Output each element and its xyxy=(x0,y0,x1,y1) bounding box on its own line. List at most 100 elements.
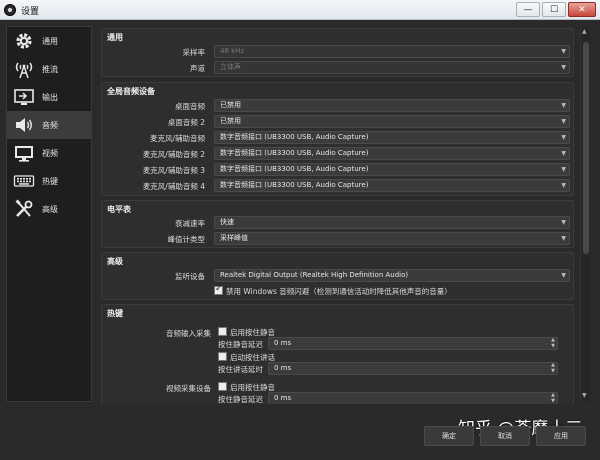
video-push-to-mute-delay-value: 0 ms xyxy=(274,394,292,402)
decay-rate-value: 快速 xyxy=(220,218,234,226)
desktop-audio-2-value: 已禁用 xyxy=(220,117,241,125)
audio-input-hotkey-label: 音频输入采集 xyxy=(166,329,211,338)
dialog-footer: 知乎 @荼靡十三 确定 取消 应用 xyxy=(0,410,600,460)
decay-rate-select[interactable]: 快速 ▼ xyxy=(214,216,570,229)
meters-section: 电平表 衰减速率 快速 ▼ 峰值计类型 采样峰值 ▼ xyxy=(101,200,574,248)
output-icon xyxy=(12,86,36,108)
sidebar-item-label: 热键 xyxy=(42,176,58,186)
chevron-down-icon: ▼ xyxy=(561,64,566,71)
mic-audio-4-value: 数字音频接口 (UB3300 USB, Audio Capture) xyxy=(220,181,369,189)
panel-scrollbar[interactable]: ▲ ▼ xyxy=(580,28,590,402)
audio-settings-panel: 通用 采样率 48 kHz ▼ 声道 立体声 ▼ 全局音频设备 桌面音频 已禁用… xyxy=(98,26,578,404)
push-to-talk-checkbox[interactable] xyxy=(218,352,227,361)
chevron-down-icon: ▼ xyxy=(561,118,566,125)
mic-audio-2-select[interactable]: 数字音频接口 (UB3300 USB, Audio Capture) ▼ xyxy=(214,147,570,160)
monitor-icon xyxy=(12,142,36,164)
gear-icon xyxy=(12,30,36,52)
sidebar-item-stream[interactable]: 推流 xyxy=(7,55,91,83)
sidebar-item-label: 音频 xyxy=(42,120,58,130)
mic-audio-3-select[interactable]: 数字音频接口 (UB3300 USB, Audio Capture) ▼ xyxy=(214,163,570,176)
close-button[interactable]: ✕ xyxy=(568,2,596,17)
push-to-mute-delay-input[interactable]: 0 ms ▲ ▼ xyxy=(268,337,558,350)
section-title: 电平表 xyxy=(107,205,131,214)
desktop-audio-value: 已禁用 xyxy=(220,101,241,109)
scroll-down-icon[interactable]: ▼ xyxy=(582,392,587,399)
hotkeys-section: 热键 音频输入采集 启用按住静音 按住静音延迟 0 ms ▲ ▼ 启动按住讲话 按… xyxy=(101,304,574,404)
section-title: 高级 xyxy=(107,257,123,266)
channels-select[interactable]: 立体声 ▼ xyxy=(214,61,570,74)
sidebar-item-audio[interactable]: 音频 xyxy=(7,111,91,139)
apply-button[interactable]: 应用 xyxy=(536,426,586,446)
disable-ducking-label: 禁用 Windows 音频闪避（检测到通信活动时降低其他声音的音量） xyxy=(226,287,452,296)
ok-button[interactable]: 确定 xyxy=(424,426,474,446)
tools-icon xyxy=(12,198,36,220)
decay-rate-label: 衰减速率 xyxy=(175,219,205,228)
sample-rate-value: 48 kHz xyxy=(220,47,245,55)
push-to-talk-delay-value: 0 ms xyxy=(274,364,292,372)
mic-audio-select[interactable]: 数字音频接口 (UB3300 USB, Audio Capture) ▼ xyxy=(214,131,570,144)
sidebar-item-video[interactable]: 视频 xyxy=(7,139,91,167)
chevron-down-icon: ▼ xyxy=(561,150,566,157)
keyboard-icon xyxy=(12,170,36,192)
video-push-to-mute-delay-label: 按住静音延迟 xyxy=(218,395,263,404)
scrollbar-thumb[interactable] xyxy=(583,42,589,254)
sidebar-item-label: 高级 xyxy=(42,204,58,214)
push-to-mute-delay-value: 0 ms xyxy=(274,339,292,347)
push-to-mute-delay-label: 按住静音延迟 xyxy=(218,340,263,349)
advanced-section: 高级 监听设备 Realtek Digital Output (Realtek … xyxy=(101,252,574,300)
chevron-down-icon: ▼ xyxy=(561,48,566,55)
sidebar-item-label: 输出 xyxy=(42,92,58,102)
desktop-audio-2-label: 桌面音频 2 xyxy=(167,118,205,127)
chevron-down-icon: ▼ xyxy=(561,235,566,242)
obs-logo-icon xyxy=(4,4,16,16)
mic-audio-4-select[interactable]: 数字音频接口 (UB3300 USB, Audio Capture) ▼ xyxy=(214,179,570,192)
monitoring-device-label: 监听设备 xyxy=(175,272,205,281)
sample-rate-select[interactable]: 48 kHz ▼ xyxy=(214,45,570,58)
sidebar-item-label: 视频 xyxy=(42,148,58,158)
chevron-down-icon: ▼ xyxy=(561,102,566,109)
monitoring-device-select[interactable]: Realtek Digital Output (Realtek High Def… xyxy=(214,269,570,282)
channels-value: 立体声 xyxy=(220,63,241,71)
mic-audio-2-label: 麦克风/辅助音频 2 xyxy=(142,150,205,159)
section-title: 全局音频设备 xyxy=(107,87,155,96)
scroll-up-icon[interactable]: ▲ xyxy=(582,28,587,35)
broadcast-icon xyxy=(12,58,36,80)
monitoring-device-value: Realtek Digital Output (Realtek High Def… xyxy=(220,271,409,279)
sidebar-item-output[interactable]: 输出 xyxy=(7,83,91,111)
mic-audio-3-value: 数字音频接口 (UB3300 USB, Audio Capture) xyxy=(220,165,369,173)
minimize-button[interactable]: — xyxy=(516,2,540,17)
peak-meter-select[interactable]: 采样峰值 ▼ xyxy=(214,232,570,245)
mic-audio-4-label: 麦克风/辅助音频 4 xyxy=(142,182,205,191)
window-title: 设置 xyxy=(21,7,40,17)
chevron-down-icon: ▼ xyxy=(561,134,566,141)
sidebar-item-hotkeys[interactable]: 热键 xyxy=(7,167,91,195)
desktop-audio-select[interactable]: 已禁用 ▼ xyxy=(214,99,570,112)
desktop-audio-2-select[interactable]: 已禁用 ▼ xyxy=(214,115,570,128)
push-to-talk-delay-input[interactable]: 0 ms ▲ ▼ xyxy=(268,362,558,375)
cancel-button[interactable]: 取消 xyxy=(480,426,530,446)
push-to-talk-delay-label: 按住讲话延时 xyxy=(218,365,263,374)
sidebar-item-label: 推流 xyxy=(42,64,58,74)
general-section: 通用 采样率 48 kHz ▼ 声道 立体声 ▼ xyxy=(101,28,574,77)
chevron-down-icon: ▼ xyxy=(561,219,566,226)
maximize-button[interactable]: ☐ xyxy=(542,2,566,17)
settings-sidebar: 通用 推流 输出 音频 视频 热键 高级 xyxy=(6,26,92,402)
global-audio-section: 全局音频设备 桌面音频 已禁用 ▼ 桌面音频 2 已禁用 ▼ 麦克风/辅助音频 … xyxy=(101,82,574,196)
mic-audio-2-value: 数字音频接口 (UB3300 USB, Audio Capture) xyxy=(220,149,369,157)
mic-audio-3-label: 麦克风/辅助音频 3 xyxy=(142,166,205,175)
speaker-icon xyxy=(12,114,36,136)
sample-rate-label: 采样率 xyxy=(182,48,206,57)
video-push-to-mute-checkbox[interactable] xyxy=(218,382,227,391)
disable-ducking-checkbox[interactable] xyxy=(214,284,223,295)
sidebar-item-general[interactable]: 通用 xyxy=(7,27,91,55)
video-push-to-mute-delay-input[interactable]: 0 ms ▲ ▼ xyxy=(268,392,558,404)
settings-window: 通用 推流 输出 音频 视频 热键 高级 通用 采样率 48 kHz ▼ 声道 … xyxy=(0,20,600,460)
section-title: 通用 xyxy=(107,33,123,42)
spinner-arrows-icon: ▲ ▼ xyxy=(551,337,555,349)
sidebar-item-advanced[interactable]: 高级 xyxy=(7,195,91,223)
push-to-mute-checkbox[interactable] xyxy=(218,327,227,336)
sidebar-item-label: 通用 xyxy=(42,36,58,46)
mic-audio-value: 数字音频接口 (UB3300 USB, Audio Capture) xyxy=(220,133,369,141)
chevron-down-icon: ▼ xyxy=(561,182,566,189)
desktop-audio-label: 桌面音频 xyxy=(175,102,205,111)
